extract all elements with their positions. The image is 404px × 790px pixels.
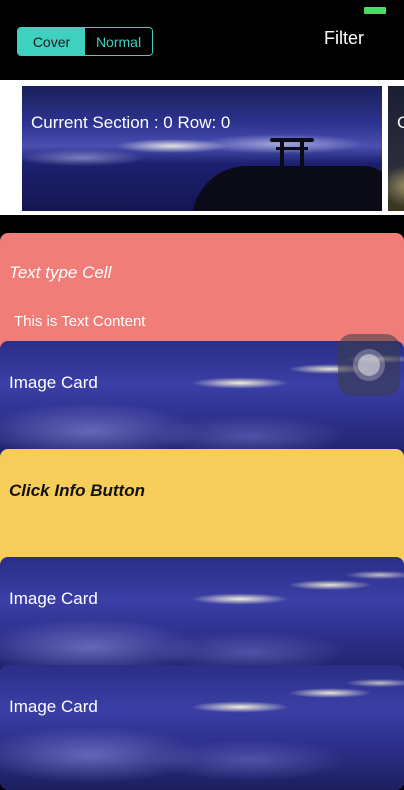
torii-gate: [270, 138, 314, 178]
image-card-label: Image Card: [9, 589, 98, 608]
view-mode-segmented-control[interactable]: Cover Normal: [17, 27, 153, 56]
image-card-image: [0, 665, 404, 790]
filter-button[interactable]: Filter: [324, 28, 364, 49]
info-card[interactable]: Click Info Button: [0, 449, 404, 574]
text-card-content: This is Text Content: [14, 313, 146, 330]
segment-cover[interactable]: Cover: [18, 28, 85, 55]
text-card-title: Text type Cell: [9, 263, 112, 282]
banner-caption: Current Section : 0 Row: 0: [31, 113, 231, 132]
segment-normal[interactable]: Normal: [85, 28, 152, 55]
image-card[interactable]: Image Card: [0, 665, 404, 790]
banner-carousel[interactable]: Current Section : 0 Row: 0 C: [0, 80, 404, 215]
image-card-label: Image Card: [9, 373, 98, 392]
assistive-touch-icon[interactable]: [338, 334, 400, 396]
image-card-image: [0, 557, 404, 682]
banner-image: [388, 86, 404, 211]
banner-item[interactable]: C: [388, 86, 404, 211]
battery-icon: [364, 7, 386, 14]
image-card[interactable]: Image Card: [0, 557, 404, 682]
banner-caption: C: [397, 113, 404, 132]
banner-item[interactable]: Current Section : 0 Row: 0: [22, 86, 382, 211]
image-card-label: Image Card: [9, 697, 98, 716]
info-card-label: Click Info Button: [9, 481, 145, 500]
